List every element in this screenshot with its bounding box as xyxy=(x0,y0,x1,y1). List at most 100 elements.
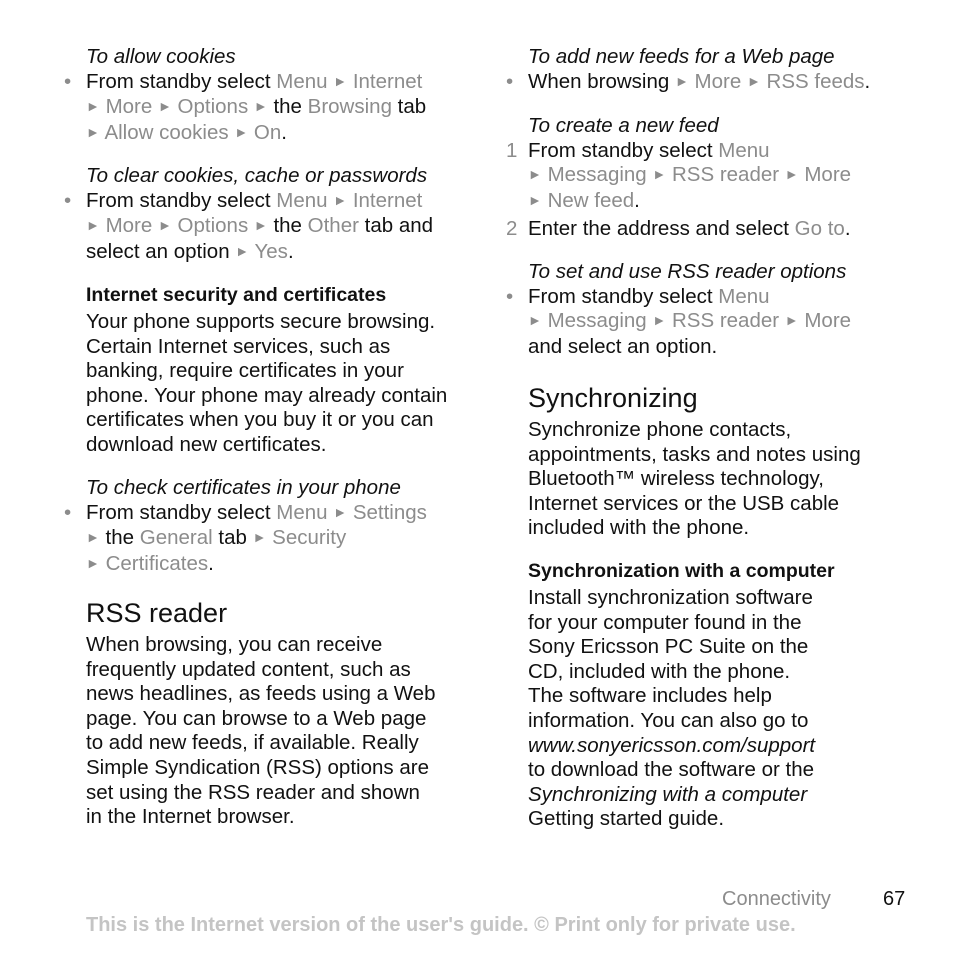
menu-path-item: Menu xyxy=(276,500,328,524)
instruction-title: To add new feeds for a Web page xyxy=(528,45,835,68)
instruction-line: ► More ► Options ► the Other tab and xyxy=(86,214,434,238)
menu-path-item: Allow cookies xyxy=(104,120,229,144)
instruction-line: ► Messaging ► RSS reader ► More xyxy=(528,309,928,335)
arrow-icon: ► xyxy=(86,554,100,571)
menu-path-item: Menu xyxy=(718,284,770,308)
paragraph: Synchronize phone contacts, appointments… xyxy=(528,418,861,540)
arrow-icon: ► xyxy=(784,166,799,183)
arrow-icon: ► xyxy=(333,72,348,89)
menu-path-item: Browsing xyxy=(307,95,392,119)
menu-path-item: Other xyxy=(307,214,359,238)
section-heading: Synchronizing xyxy=(528,383,698,413)
arrow-icon: ► xyxy=(253,217,268,234)
menu-path-item: New feed xyxy=(547,188,635,212)
arrow-icon: ► xyxy=(157,98,172,115)
arrow-icon: ► xyxy=(746,72,761,89)
instruction-line: • From standby select Menu ► Settings xyxy=(64,500,427,524)
guide-title: Synchronizing with a computer xyxy=(528,782,808,806)
add-feeds-section: To add new feeds for a Web page • When br… xyxy=(506,45,928,95)
arrow-icon: ► xyxy=(157,217,172,234)
menu-path-item: Go to xyxy=(794,217,845,241)
instruction-title: To check certificates in your phone xyxy=(86,476,401,499)
sync-section: Synchronizing Synchronize phone contacts… xyxy=(528,382,928,541)
subheading: Synchronization with a computer xyxy=(528,560,835,582)
paragraph: When browsing, you can receive frequentl… xyxy=(86,633,436,829)
instruction-title: To set and use RSS reader options xyxy=(528,260,847,283)
menu-path-item: More xyxy=(804,309,852,333)
menu-path-item: More xyxy=(105,214,153,238)
page-number: 67 xyxy=(883,888,906,910)
arrow-icon: ► xyxy=(253,98,268,115)
menu-path-item: Options xyxy=(177,214,249,238)
footer-disclaimer: This is the Internet version of the user… xyxy=(86,914,796,936)
bullet: • xyxy=(64,500,72,524)
security-section: Internet security and certificates Your … xyxy=(86,283,486,458)
arrow-icon: ► xyxy=(652,166,667,183)
support-link[interactable]: www.sonyericsson.com/support xyxy=(528,734,928,759)
menu-path-item: Internet xyxy=(352,188,423,212)
menu-path-item: Messaging xyxy=(547,163,647,187)
instruction-line: 1 From standby select Menu xyxy=(506,138,770,162)
arrow-icon: ► xyxy=(528,191,542,208)
menu-path-item: Messaging xyxy=(547,309,647,333)
instruction-line: ► More ► Options ► the Browsing tab xyxy=(86,95,427,119)
create-feed-section: To create a new feed 1 From standby selec… xyxy=(506,114,928,242)
menu-path-item: Menu xyxy=(718,138,770,162)
menu-path-item: General xyxy=(139,526,213,550)
arrow-icon: ► xyxy=(252,529,267,546)
menu-path-item: More xyxy=(694,69,742,93)
instruction-line: • From standby select Menu ► Internet xyxy=(64,188,423,212)
paragraph: Install synchronization software for you… xyxy=(528,586,928,832)
step-number: 2 xyxy=(506,217,518,241)
bullet: • xyxy=(506,69,514,93)
paragraph: Your phone supports secure browsing. Cer… xyxy=(86,310,448,456)
menu-path-item: Options xyxy=(177,95,249,119)
instruction-line: • From standby select Menu xyxy=(506,284,770,308)
menu-path-item: More xyxy=(804,163,852,187)
menu-path-item: Security xyxy=(272,526,347,550)
footer-section-name: Connectivity xyxy=(722,888,831,910)
arrow-icon: ► xyxy=(784,312,799,329)
check-certs-section: To check certificates in your phone • Fro… xyxy=(64,476,486,577)
menu-path-item: Menu xyxy=(276,188,328,212)
menu-path-item: More xyxy=(105,95,153,119)
instruction-line: 2 Enter the address and select Go to. xyxy=(506,217,851,241)
instruction-title: To clear cookies, cache or passwords xyxy=(86,164,428,187)
arrow-icon: ► xyxy=(528,312,542,329)
arrow-icon: ► xyxy=(652,312,667,329)
arrow-icon: ► xyxy=(86,217,100,234)
instruction-line: ► Messaging ► RSS reader ► More xyxy=(528,163,928,189)
section-heading: RSS reader xyxy=(86,598,228,628)
menu-path-item: RSS reader xyxy=(671,163,780,187)
bullet: • xyxy=(506,284,514,308)
instruction-title: To create a new feed xyxy=(528,114,719,137)
instruction-line: ► Certificates. xyxy=(86,551,214,575)
bullet: • xyxy=(64,188,72,212)
arrow-icon: ► xyxy=(86,123,100,140)
step-number: 1 xyxy=(506,138,518,162)
instruction-line: ► New feed. xyxy=(528,188,640,212)
menu-path-item: Yes xyxy=(254,239,288,263)
arrow-icon: ► xyxy=(86,529,100,546)
subheading: Internet security and certificates xyxy=(86,284,387,306)
clear-cookies-section: To clear cookies, cache or passwords • Fr… xyxy=(64,164,486,265)
arrow-icon: ► xyxy=(333,191,348,208)
instruction-line: ► Allow cookies ► On. xyxy=(86,120,287,144)
arrow-icon: ► xyxy=(235,242,250,259)
rss-options-section: To set and use RSS reader options • From … xyxy=(506,260,928,359)
menu-path-item: On xyxy=(253,120,282,144)
allow-cookies-section: To allow cookies • From standby select Me… xyxy=(64,45,486,146)
arrow-icon: ► xyxy=(528,166,542,183)
arrow-icon: ► xyxy=(234,123,249,140)
arrow-icon: ► xyxy=(86,98,100,115)
menu-path-item: Settings xyxy=(352,500,427,524)
menu-path-item: Internet xyxy=(352,69,423,93)
instruction-line: select an option ► Yes. xyxy=(86,239,294,263)
instruction-title: To allow cookies xyxy=(86,45,236,68)
menu-path-item: RSS feeds xyxy=(766,69,865,93)
instruction-line: and select an option. xyxy=(528,334,718,358)
rss-section: RSS reader When browsing, you can receiv… xyxy=(86,597,486,830)
arrow-icon: ► xyxy=(674,72,689,89)
instruction-line: • When browsing ► More ► RSS feeds. xyxy=(506,69,871,93)
bullet: • xyxy=(64,69,72,93)
